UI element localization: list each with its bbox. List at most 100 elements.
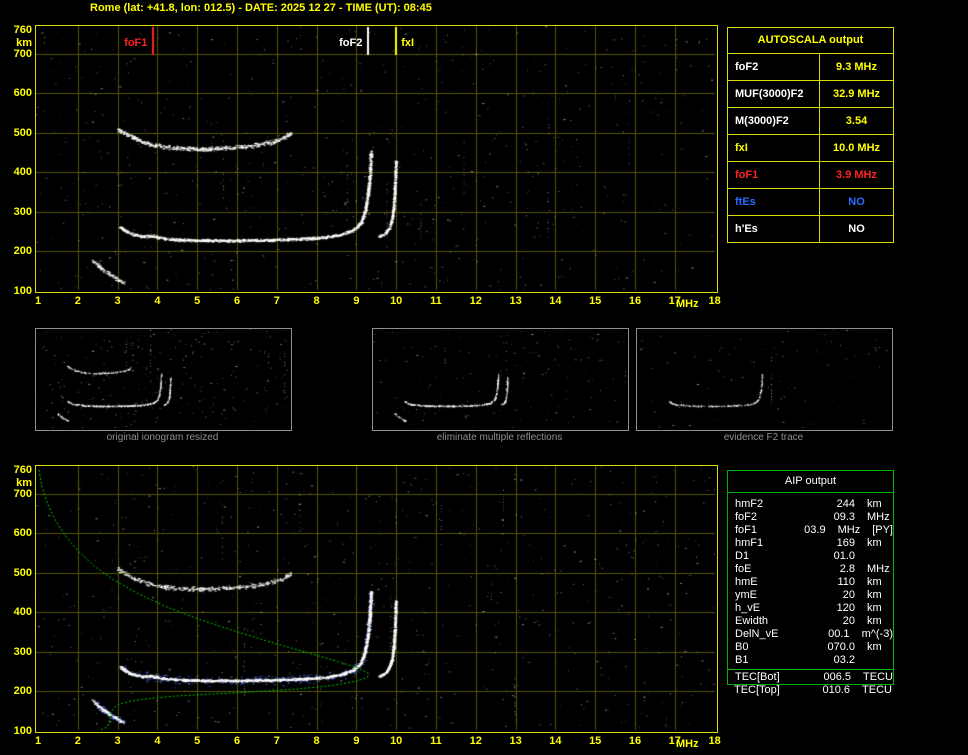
aip-row-value: 00.1 xyxy=(828,628,850,640)
aip-table-header: AIP output xyxy=(728,471,893,493)
autoscala-row: foF2 9.3 MHz xyxy=(728,54,893,81)
x-axis-tick: 18 xyxy=(708,295,721,307)
aip-row-name: TEC[Top] xyxy=(734,684,780,696)
autoscala-row-label: h'Es xyxy=(728,216,820,242)
autoscala-row: MUF(3000)F2 32.9 MHz xyxy=(728,81,893,108)
aip-row-unit: km xyxy=(867,498,882,510)
aip-row-name: DelN_vE xyxy=(735,628,779,640)
thumbnail-f2-trace xyxy=(636,328,893,431)
x-axis-tick: 3 xyxy=(114,735,121,747)
x-axis-tick: 11 xyxy=(430,295,442,307)
aip-row-value: 070.0 xyxy=(827,641,855,653)
x-axis-unit-label: MHz xyxy=(676,738,699,750)
y-axis-tick: 200 xyxy=(13,685,32,698)
x-axis-tick: 2 xyxy=(74,735,81,747)
aip-output-table: AIP output hmF2 244 km foF2 09.3 MHz foF1 03.9 M… xyxy=(727,470,894,685)
thumbnail-caption-original: original ionogram resized xyxy=(106,432,219,443)
x-axis-tick: 3 xyxy=(114,295,121,307)
aip-row: ymE 20 km xyxy=(728,589,893,602)
autoscala-row-value: NO xyxy=(848,196,865,208)
aip-row-name: foE xyxy=(735,563,752,575)
aip-row-unit: m^(-3) xyxy=(861,628,893,640)
ionogram-main-canvas xyxy=(36,26,715,290)
aip-row: hmF2 244 km xyxy=(728,498,893,511)
autoscala-row-label: foF1 xyxy=(728,162,820,188)
x-axis-tick: 13 xyxy=(509,735,522,747)
aip-row-value: 09.3 xyxy=(833,511,855,523)
y-axis-tick: 300 xyxy=(13,645,32,658)
aip-row: foF2 09.3 MHz xyxy=(728,511,893,524)
y-axis-tick: 100 xyxy=(13,284,32,297)
ionogram-profile-plot xyxy=(35,465,718,733)
x-axis-tick: 12 xyxy=(469,735,482,747)
x-axis-tick: 7 xyxy=(273,735,280,747)
aip-row-name: hmE xyxy=(735,576,758,588)
aip-row-name: hmF1 xyxy=(735,537,764,549)
y-axis-tick: 400 xyxy=(13,166,32,179)
thumbnail-eliminate-canvas xyxy=(373,329,626,428)
y-axis-tick: 700 xyxy=(13,487,32,500)
marker-label-fxI: fxI xyxy=(401,37,415,49)
aip-row-value: 01.0 xyxy=(833,550,855,562)
thumbnail-caption-f2trace: evidence F2 trace xyxy=(723,432,804,443)
y-axis-tick: 600 xyxy=(13,527,32,540)
thumbnail-eliminate-reflections xyxy=(372,328,629,431)
autoscala-row: h'Es NO xyxy=(728,216,893,242)
x-axis-tick: 15 xyxy=(589,295,602,307)
x-axis-tick: 9 xyxy=(353,295,360,307)
x-axis-tick: 5 xyxy=(194,295,201,307)
aip-row-name: B0 xyxy=(735,641,749,653)
aip-row-name: Ewidth xyxy=(735,615,769,627)
aip-row-name: hmF2 xyxy=(735,498,764,510)
aip-row-value: 244 xyxy=(836,498,855,510)
x-axis-tick: 14 xyxy=(549,735,562,747)
y-axis-tick: 500 xyxy=(13,126,32,139)
aip-row-name: ymE xyxy=(735,589,757,601)
aip-row-name: h_vE xyxy=(735,602,761,614)
aip-row-unit: MHz xyxy=(867,563,890,575)
marker-label-foF2: foF2 xyxy=(339,37,363,49)
ionogram-profile-canvas xyxy=(36,466,715,730)
aip-row-unit: km xyxy=(867,537,882,549)
y-axis-tick: 760 xyxy=(13,23,32,36)
aip-row-unit: km xyxy=(867,641,882,653)
aip-row-value: 120 xyxy=(836,602,855,614)
x-axis-tick: 6 xyxy=(233,295,241,307)
autoscala-row-label: M(3000)F2 xyxy=(728,108,820,134)
aip-row-unit: km xyxy=(867,615,882,627)
y-axis-tick: 300 xyxy=(13,205,32,218)
y-axis-tick: 400 xyxy=(13,606,32,619)
x-axis-tick: 10 xyxy=(390,295,403,307)
x-axis-tick: 13 xyxy=(509,295,522,307)
x-axis-tick: 18 xyxy=(708,735,721,747)
y-axis-unit-label: km xyxy=(16,36,32,49)
aip-row-name: foF1 xyxy=(735,524,758,536)
aip-row: foE 2.8 MHz xyxy=(728,563,893,576)
autoscala-row-value: 32.9 MHz xyxy=(832,88,881,100)
x-axis-tick: 15 xyxy=(589,735,602,747)
y-axis-tick: 100 xyxy=(13,724,32,737)
autoscala-row-value: NO xyxy=(848,223,865,235)
x-axis-tick: 2 xyxy=(74,295,81,307)
thumbnail-original-ionogram xyxy=(35,328,292,431)
x-axis-tick: 16 xyxy=(628,295,642,307)
aip-row: DelN_vE 00.1 m^(-3) xyxy=(728,628,893,641)
thumbnail-f2-canvas xyxy=(637,329,890,428)
page-title: Rome (lat: +41.8, lon: 012.5) - DATE: 20… xyxy=(90,2,432,14)
aip-row-unit: MHz xyxy=(867,511,890,523)
tec-top-row: TEC[Top] 010.6 TECU xyxy=(727,684,892,697)
aip-row: foF1 03.9 MHz [PY] xyxy=(728,524,893,537)
y-axis-tick: 500 xyxy=(13,566,32,579)
thumbnail-original-canvas xyxy=(36,329,289,428)
autoscala-row: fxI 10.0 MHz xyxy=(728,135,893,162)
aip-row: h_vE 120 km xyxy=(728,602,893,615)
aip-table-rows: hmF2 244 km foF2 09.3 MHz foF1 03.9 MHz [PY] hmF1 1… xyxy=(728,493,893,684)
thumbnail-caption-eliminate: eliminate multiple reflections xyxy=(436,432,563,443)
aip-row-name: foF2 xyxy=(735,511,758,523)
aip-row: hmE 110 km xyxy=(728,576,893,589)
marker-label-foF1: foF1 xyxy=(124,37,148,49)
aip-row-value: 169 xyxy=(836,537,855,549)
y-axis-tick: 600 xyxy=(13,87,32,100)
aip-row: Ewidth 20 km xyxy=(728,615,893,628)
x-axis-tick: 6 xyxy=(233,735,241,747)
